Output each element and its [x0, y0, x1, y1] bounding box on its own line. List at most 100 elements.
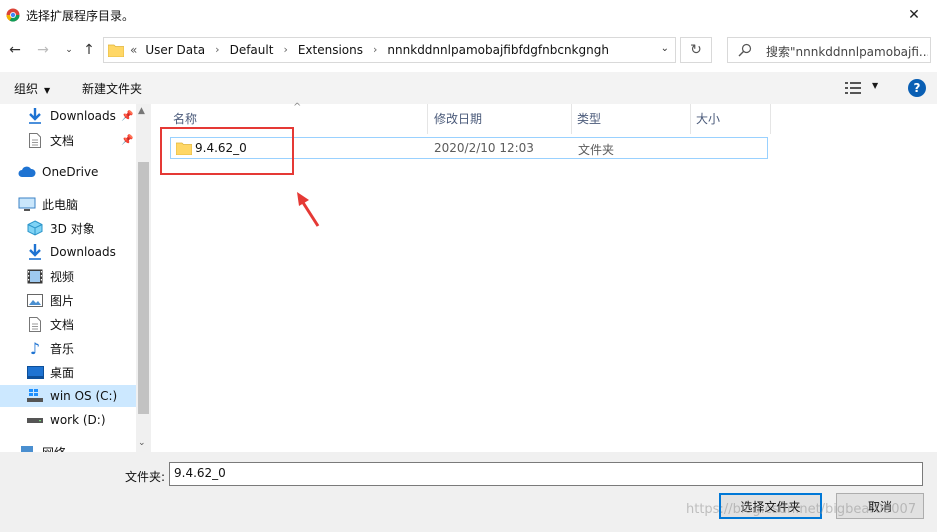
column-header-type[interactable]: 类型	[577, 110, 601, 127]
recent-locations-button[interactable]: ⌄	[58, 39, 80, 61]
caret-down-icon: ▼	[44, 86, 51, 95]
nav-item-label: OneDrive	[42, 165, 99, 179]
scrollbar-thumb[interactable]	[138, 162, 149, 414]
document-icon	[26, 132, 44, 148]
up-arrow-icon: ↑	[83, 42, 95, 58]
title-bar: 选择扩展程序目录。 ✕	[0, 0, 937, 30]
navigation-pane: Downloads 📌 文档 📌 OneDrive 此电脑 3D 对象 Down…	[0, 104, 150, 452]
column-header-size[interactable]: 大小	[696, 110, 720, 127]
nav-item-this-pc[interactable]: 此电脑	[18, 193, 78, 215]
column-header-modified[interactable]: 修改日期	[434, 110, 482, 127]
nav-item-label: 此电脑	[42, 197, 79, 212]
chevron-down-icon: ⌄	[65, 45, 73, 55]
cloud-icon	[18, 164, 36, 180]
column-divider[interactable]	[690, 104, 691, 134]
view-details-icon[interactable]	[845, 81, 863, 95]
nav-item-label: 网络	[42, 444, 66, 453]
chevron-right-icon: ›	[373, 43, 378, 56]
nav-item-label: win OS (C:)	[50, 389, 118, 403]
computer-icon	[18, 196, 36, 212]
breadcrumb-item-extension-id[interactable]: nnnkddnnlpamobajfibfdgfnbcnkgngh	[387, 43, 609, 57]
scroll-up-icon[interactable]: ▲	[138, 106, 145, 116]
nav-item-music[interactable]: ♪ 音乐	[26, 337, 74, 359]
picture-icon	[26, 292, 44, 308]
nav-item-downloads[interactable]: Downloads	[26, 241, 116, 263]
file-modified: 2020/2/10 12:03	[434, 141, 534, 155]
nav-item-3d-objects[interactable]: 3D 对象	[26, 217, 95, 239]
folder-icon	[108, 44, 124, 57]
nav-item-quick-downloads[interactable]: Downloads	[26, 105, 116, 127]
nav-item-label: 桌面	[50, 365, 75, 380]
pin-icon: 📌	[121, 135, 134, 146]
search-placeholder: 搜索"nnnkddnnlpamobajfi...	[766, 45, 928, 59]
search-input[interactable]: 搜索"nnnkddnnlpamobajfi...	[727, 37, 931, 63]
chrome-app-icon	[6, 8, 20, 22]
music-note-icon: ♪	[29, 338, 41, 358]
forward-arrow-icon: →	[37, 42, 49, 58]
back-button[interactable]: ←	[4, 39, 26, 61]
nav-item-label: 文档	[50, 317, 75, 332]
help-icon[interactable]: ?	[908, 79, 926, 97]
folder-field-label: 文件夹:	[125, 470, 166, 484]
breadcrumb-item-default[interactable]: Default	[230, 43, 274, 57]
annotation-highlight-box	[160, 127, 294, 175]
column-divider[interactable]	[427, 104, 428, 134]
navigation-scrollbar[interactable]: ▲ ⌄	[136, 104, 151, 452]
nav-item-label: work (D:)	[50, 413, 106, 427]
column-divider[interactable]	[571, 104, 572, 134]
scroll-down-icon[interactable]: ⌄	[138, 438, 146, 448]
folder-name-field[interactable]: 9.4.62_0	[169, 462, 923, 486]
window-title: 选择扩展程序目录。	[26, 9, 135, 23]
organize-menu[interactable]: 组织 ▼	[14, 80, 50, 97]
drive-icon	[26, 412, 44, 428]
nav-item-label: 视频	[50, 269, 75, 284]
nav-item-documents[interactable]: 文档	[26, 313, 74, 335]
view-options-caret-icon[interactable]: ▼	[872, 81, 878, 90]
nav-item-pictures[interactable]: 图片	[26, 289, 74, 311]
organize-label: 组织	[14, 82, 39, 96]
refresh-button[interactable]: ↻	[680, 37, 712, 63]
watermark: https://blog.csdn.net/bigbear00007	[686, 502, 917, 517]
nav-item-label: Downloads	[50, 245, 116, 259]
document-icon	[26, 316, 44, 332]
video-icon	[26, 268, 44, 284]
annotation-arrow-icon	[297, 192, 320, 227]
nav-item-desktop[interactable]: 桌面	[26, 361, 74, 383]
nav-item-videos[interactable]: 视频	[26, 265, 74, 287]
close-icon: ✕	[908, 7, 920, 23]
chevron-right-icon: ›	[283, 43, 288, 56]
column-divider[interactable]	[770, 104, 771, 134]
forward-button[interactable]: →	[32, 39, 54, 61]
breadcrumb-item-user-data[interactable]: User Data	[145, 43, 205, 57]
nav-item-onedrive[interactable]: OneDrive	[18, 161, 98, 183]
breadcrumb: « User Data › Default › Extensions › nnn…	[130, 43, 609, 57]
address-bar[interactable]: « User Data › Default › Extensions › nnn…	[103, 37, 676, 63]
nav-item-quick-documents[interactable]: 文档	[26, 129, 74, 151]
new-folder-button[interactable]: 新建文件夹	[82, 80, 142, 97]
cube-3d-icon	[26, 220, 44, 236]
nav-item-drive-c[interactable]: win OS (C:)	[0, 385, 136, 407]
chevron-right-icon: ›	[215, 43, 220, 56]
nav-item-drive-d[interactable]: work (D:)	[26, 409, 106, 431]
close-button[interactable]: ✕	[891, 0, 937, 30]
file-type: 文件夹	[578, 143, 615, 157]
desktop-icon	[26, 364, 44, 380]
breadcrumb-overflow[interactable]: «	[130, 43, 137, 57]
back-arrow-icon: ←	[9, 42, 21, 58]
nav-item-label: 文档	[50, 133, 75, 148]
chevron-down-icon[interactable]: ⌄	[661, 43, 669, 54]
nav-item-label: Downloads	[50, 109, 116, 123]
refresh-icon: ↻	[690, 42, 702, 58]
download-arrow-icon	[26, 108, 44, 124]
sort-ascending-icon: ^	[293, 102, 302, 113]
nav-item-label: 3D 对象	[50, 221, 95, 236]
network-icon	[18, 444, 36, 452]
dialog-footer: 文件夹: 9.4.62_0 选择文件夹 取消 https://blog.csdn…	[0, 452, 937, 532]
address-row: ← → ⌄ ↑ « User Data › Default › Extensio…	[0, 34, 937, 66]
nav-item-label: 图片	[50, 293, 75, 308]
up-button[interactable]: ↑	[78, 39, 100, 61]
nav-item-network[interactable]: 网络	[18, 441, 66, 452]
search-icon	[738, 43, 752, 57]
breadcrumb-item-extensions[interactable]: Extensions	[298, 43, 363, 57]
column-header-name[interactable]: 名称	[173, 110, 197, 127]
